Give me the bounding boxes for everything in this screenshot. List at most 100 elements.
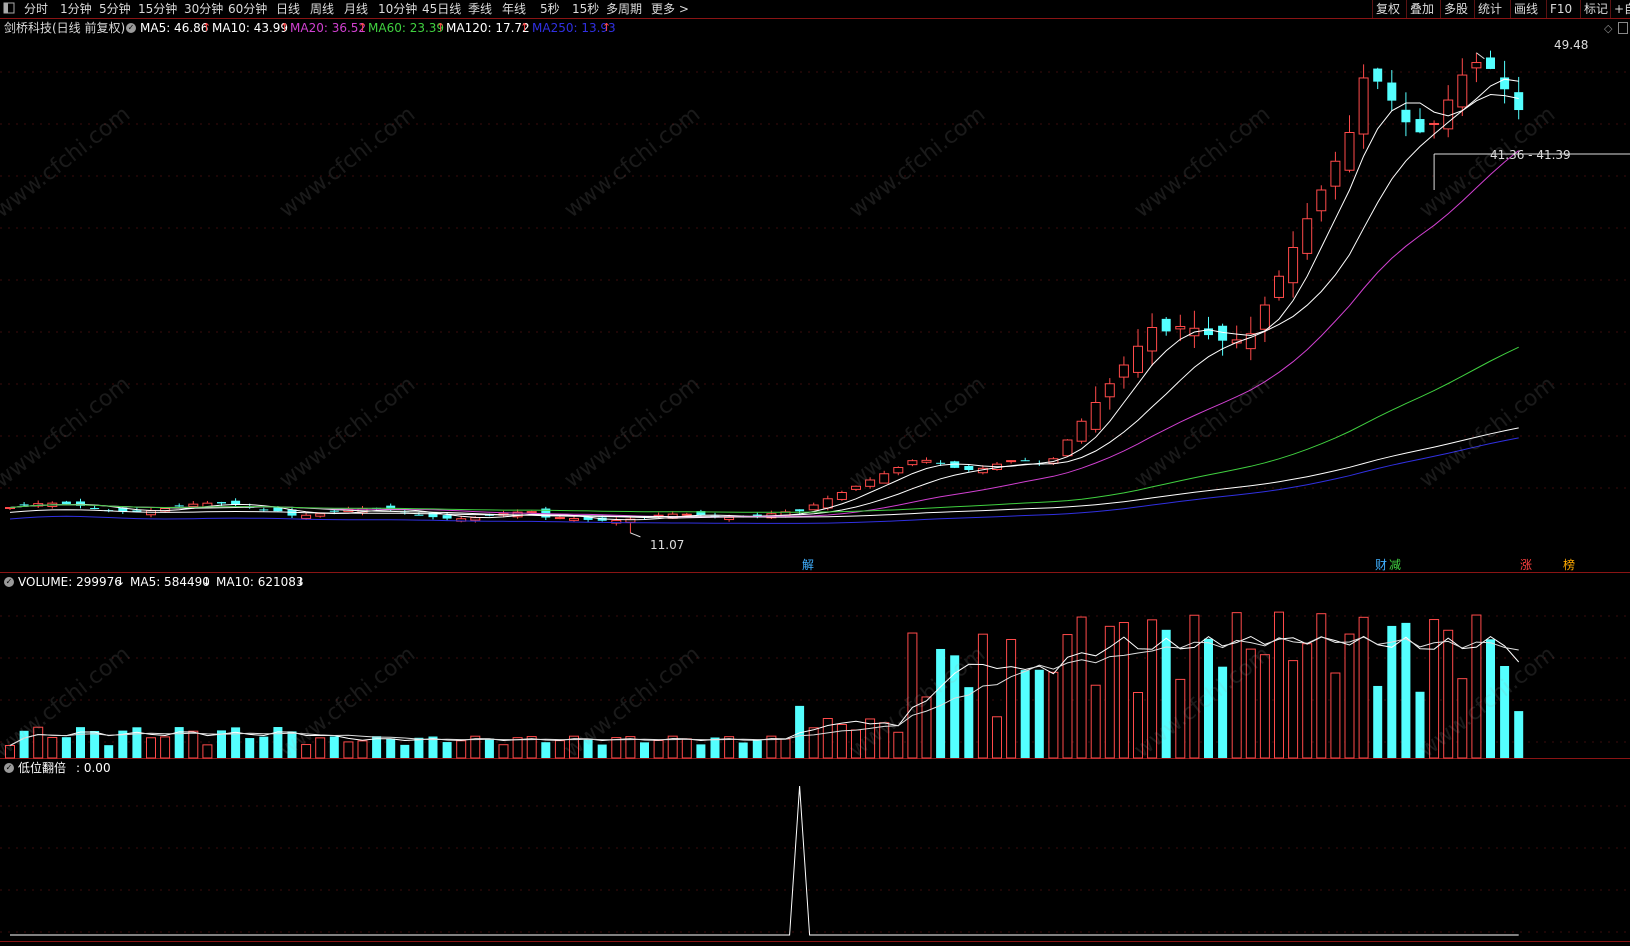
volume-bar-up	[1274, 611, 1284, 759]
candle-up	[1302, 218, 1313, 254]
candle-up	[893, 467, 904, 474]
candle-up	[1006, 460, 1017, 463]
volume-bar-up	[1062, 634, 1073, 759]
candle-up	[1147, 327, 1158, 352]
candle-down	[964, 465, 974, 470]
volume-bar-up	[780, 738, 791, 759]
candle-up	[188, 503, 199, 507]
candle-down	[61, 501, 71, 504]
candle-down	[414, 514, 424, 516]
volume-bar-up	[146, 737, 156, 759]
high-marker-line	[1476, 52, 1485, 60]
volume-bar-down	[1401, 622, 1411, 758]
event-tag-jie[interactable]: 解	[802, 558, 814, 572]
candle-up	[1330, 160, 1341, 187]
candle-down	[1415, 119, 1425, 133]
volume-bar-up	[836, 723, 847, 759]
volume-bar-up	[343, 741, 354, 759]
candle-up	[1471, 62, 1482, 69]
volume-bar-down	[1387, 625, 1397, 758]
candle-down	[259, 509, 269, 511]
volume-bar-up	[1288, 660, 1299, 759]
low-marker-line	[630, 532, 641, 538]
volume-bar-up	[1048, 671, 1059, 759]
candle-up	[301, 514, 312, 519]
volume-bar-down	[90, 730, 100, 758]
volume-bar-up	[1090, 684, 1101, 759]
volume-bar-up	[498, 744, 509, 759]
indicator-value: : 0.00	[76, 761, 111, 775]
kline-chart[interactable]	[0, 0, 1630, 946]
volume-bar-up	[1189, 614, 1200, 759]
indicator-name: 低位翻倍	[18, 761, 67, 775]
candle-up	[836, 492, 847, 500]
candle-up	[554, 517, 565, 520]
volume-bar-down	[597, 744, 607, 758]
volume-ma10-arrow-down-icon: ↓	[296, 575, 306, 588]
candle-up	[526, 511, 537, 514]
candle-down	[1373, 68, 1383, 82]
candle-up	[921, 459, 932, 463]
candle-down	[936, 462, 946, 464]
volume-bar-down	[1020, 670, 1030, 758]
candle-up	[1358, 77, 1369, 135]
volume-ma5: MA5: 584490	[130, 575, 210, 589]
candle-up	[1076, 420, 1087, 442]
event-tag-jian[interactable]: 减	[1389, 558, 1401, 572]
candle-down	[90, 508, 100, 510]
volume-bar-up	[188, 730, 199, 759]
candle-up	[470, 517, 481, 521]
candle-down	[19, 504, 29, 506]
volume-bar-down	[1034, 669, 1044, 758]
volume-bar-up	[1316, 613, 1327, 759]
candle-down	[329, 510, 339, 512]
volume-bar-up	[456, 740, 467, 759]
candle-up	[1133, 345, 1143, 373]
candle-up	[1175, 325, 1186, 330]
candle-up	[1090, 402, 1101, 430]
volume-bar-down	[386, 738, 396, 758]
volume-bar-down	[400, 744, 410, 758]
candle-up	[808, 504, 819, 511]
candle-up	[724, 516, 735, 521]
volume-bar-up	[1006, 638, 1017, 759]
candle-down	[1486, 57, 1495, 69]
ma250-line	[9, 437, 1519, 524]
event-tag-zhang[interactable]: 涨	[1520, 558, 1532, 572]
candle-up	[1118, 364, 1129, 378]
candle-down	[1020, 460, 1030, 462]
volume-bar-down	[541, 742, 551, 758]
volume-bar-up	[47, 736, 58, 759]
volume-bar-down	[104, 745, 114, 758]
volume-bar-up	[1118, 622, 1129, 759]
volume-bar-up	[681, 738, 692, 759]
volume-bar-down	[710, 737, 720, 758]
candle-down	[1401, 109, 1411, 123]
volume-bar-up	[893, 731, 904, 759]
event-tag-bang[interactable]: 榜	[1563, 558, 1575, 572]
event-tag-cai[interactable]: 财	[1375, 558, 1387, 572]
volume-bar-down	[696, 744, 706, 758]
candle-up	[1344, 132, 1355, 171]
candle-down	[1161, 318, 1171, 332]
candle-up	[1316, 189, 1327, 212]
volume-bar-down	[442, 742, 452, 758]
volume-bar-down	[259, 736, 269, 758]
volume-ma10: MA10: 621083	[216, 575, 304, 589]
volume-value: VOLUME: 299976	[18, 575, 122, 589]
candle-up	[1288, 247, 1299, 284]
candle-up	[907, 460, 918, 466]
volume-bar-down	[640, 742, 649, 758]
candle-down	[174, 505, 184, 507]
high-price-label: 49.48	[1554, 38, 1589, 52]
volume-bar-down	[1373, 685, 1383, 758]
volume-bar-down	[329, 736, 339, 758]
volume-bar-down	[414, 737, 424, 758]
volume-ma5-arrow-down-icon: ↓	[202, 575, 212, 588]
volume-bar-down	[738, 742, 748, 758]
ma5-line	[9, 78, 1519, 521]
volume-bar-up	[1471, 614, 1482, 759]
low-price-label: 11.07	[650, 538, 685, 552]
indicator-legend: ✓ 低位翻倍 : 0.00	[4, 761, 111, 775]
volume-bar-up	[1076, 616, 1087, 759]
